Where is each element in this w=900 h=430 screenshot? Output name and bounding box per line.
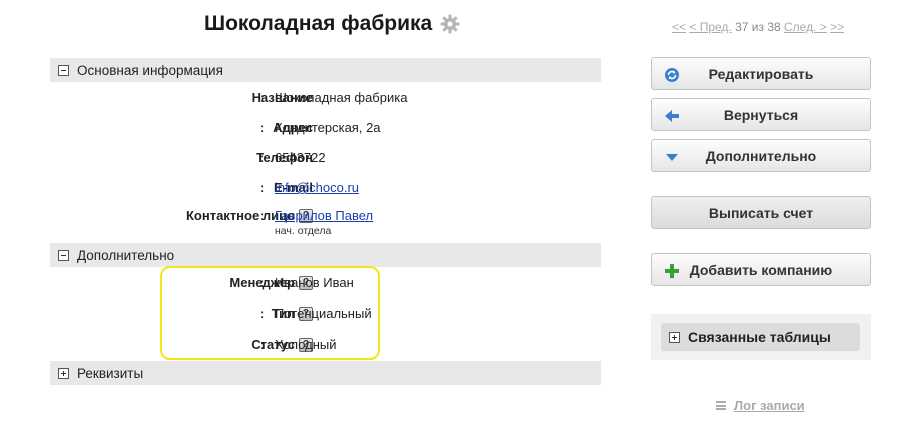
pager-first-link[interactable]: <<: [672, 20, 686, 34]
section-main-header[interactable]: Основная информация: [50, 58, 601, 82]
section-extra-header[interactable]: Дополнительно: [50, 243, 601, 267]
field-email-row: E-mail : info@choco.ru: [50, 180, 601, 200]
field-type-value: Потенциальный: [275, 306, 372, 321]
field-contact-colon: :: [260, 208, 265, 223]
collapse-icon[interactable]: [58, 249, 69, 261]
edit-button-label: Редактировать: [708, 65, 814, 82]
field-phone-row: Телефон : 6543722: [50, 150, 601, 170]
triangle-down-icon: [666, 154, 678, 161]
field-status-row: Статус ? : Холодный: [50, 337, 601, 357]
add-company-button[interactable]: Добавить компанию: [651, 253, 871, 286]
list-icon: [716, 401, 726, 410]
field-type-colon: :: [260, 306, 265, 321]
log-link-wrap: Лог записи: [716, 398, 805, 413]
field-manager-value: Иванов Иван: [275, 275, 354, 290]
field-manager-colon: :: [260, 275, 265, 290]
edit-button[interactable]: Редактировать: [651, 57, 871, 90]
more-button-label: Дополнительно: [705, 147, 817, 164]
arrow-left-icon: [665, 110, 679, 122]
section-requisites-title: Реквизиты: [77, 365, 144, 381]
email-link[interactable]: info@choco.ru: [275, 180, 359, 195]
refresh-icon: [665, 68, 679, 82]
page-title: Шоколадная фабрика: [204, 12, 460, 36]
collapse-icon[interactable]: [58, 64, 69, 76]
pager-prev-link[interactable]: < Пред.: [689, 20, 731, 34]
field-phone-colon: :: [260, 150, 265, 165]
field-address-value: Кондитерская, 2а: [275, 120, 381, 135]
invoice-button[interactable]: Выписать счет: [651, 196, 871, 229]
related-tables-panel: Связанные таблицы: [651, 314, 871, 360]
section-requisites-header[interactable]: Реквизиты: [50, 361, 601, 385]
gear-icon[interactable]: [440, 14, 460, 34]
field-phone-value: 6543722: [275, 150, 326, 165]
add-company-button-label: Добавить компанию: [689, 261, 833, 278]
related-tables-toggle[interactable]: Связанные таблицы: [661, 323, 860, 351]
field-email-colon: :: [260, 180, 265, 195]
field-name-colon: :: [260, 90, 265, 105]
field-type-row: Тип ? : Потенциальный: [50, 306, 601, 326]
related-tables-label: Связанные таблицы: [688, 329, 831, 345]
pager-next-link[interactable]: След. >: [784, 20, 827, 34]
log-link[interactable]: Лог записи: [734, 398, 805, 413]
field-contact-row: Контактное лицо ? : Гаврилов Павел нач. …: [50, 208, 601, 242]
field-name-row: Название : Шоколадная фабрика: [50, 90, 601, 110]
contact-person-position: нач. отдела: [275, 225, 332, 237]
pager-last-link[interactable]: >>: [830, 20, 844, 34]
pager-count: 37 из 38: [735, 20, 781, 34]
invoice-button-label: Выписать счет: [708, 204, 814, 221]
expand-icon[interactable]: [58, 367, 69, 379]
record-pager: << < Пред. 37 из 38 След. > >>: [672, 20, 844, 34]
section-extra-title: Дополнительно: [77, 247, 175, 263]
back-button[interactable]: Вернуться: [651, 98, 871, 131]
field-address-colon: :: [260, 120, 265, 135]
plus-icon: [665, 264, 679, 278]
field-manager-row: Менеджер ? : Иванов Иван: [50, 275, 601, 295]
field-address-row: Адрес : Кондитерская, 2а: [50, 120, 601, 140]
section-main-title: Основная информация: [77, 62, 223, 78]
expand-icon[interactable]: [669, 331, 680, 343]
field-status-value: Холодный: [275, 337, 337, 352]
page-title-text: Шоколадная фабрика: [204, 12, 433, 35]
more-button[interactable]: Дополнительно: [651, 139, 871, 172]
field-status-colon: :: [260, 337, 265, 352]
back-button-label: Вернуться: [723, 106, 799, 123]
field-name-value: Шоколадная фабрика: [275, 90, 408, 105]
contact-person-link[interactable]: Гаврилов Павел: [275, 208, 373, 223]
